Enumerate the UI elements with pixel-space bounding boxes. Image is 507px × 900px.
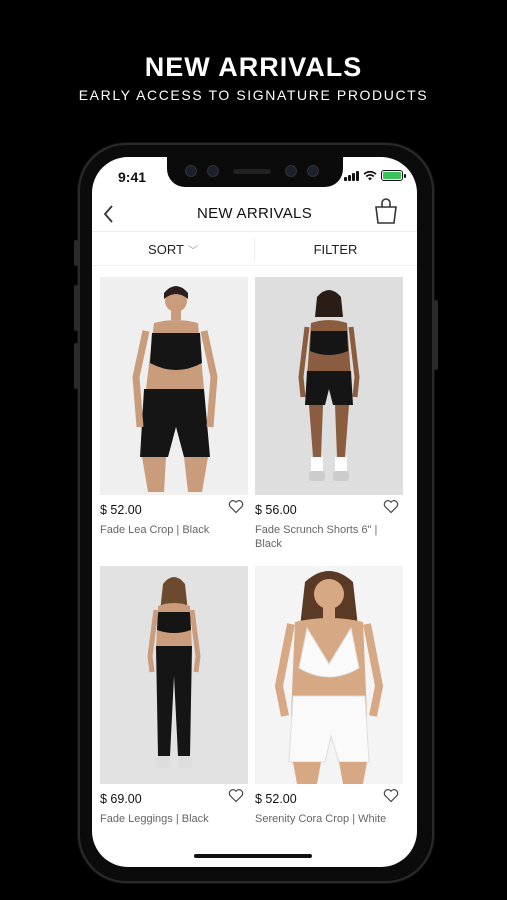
product-name[interactable]: Serenity Cora Crop | White [255, 812, 395, 826]
product-image[interactable] [100, 277, 248, 495]
shopping-bag-icon[interactable] [373, 197, 399, 225]
product-name[interactable]: Fade Leggings | Black [100, 812, 240, 826]
phone-volume-down-button [74, 343, 78, 389]
wifi-icon [363, 170, 377, 181]
signal-icon [344, 170, 359, 181]
product-name[interactable]: Fade Lea Crop | Black [100, 523, 240, 537]
sort-button[interactable]: SORT ﹀ [92, 242, 254, 257]
phone-side-button [74, 240, 78, 266]
status-icons [344, 170, 406, 181]
phone-notch [167, 157, 343, 187]
product-image[interactable] [255, 277, 403, 495]
phone-volume-up-button [74, 285, 78, 331]
product-name[interactable]: Fade Scrunch Shorts 6" | Black [255, 523, 395, 551]
product-card[interactable]: $ 56.00 Fade Scrunch Shorts 6" | Black [255, 277, 403, 550]
status-time: 9:41 [118, 169, 147, 185]
product-card[interactable]: $ 52.00 Serenity Cora Crop | White [255, 566, 403, 825]
page-title: NEW ARRIVALS [196, 205, 313, 222]
app-screen: 9:41 NEW ARRIVALS SORT ﹀ FILTER $ 52.00 … [92, 157, 417, 867]
sort-label: SORT [148, 242, 184, 257]
product-card[interactable]: $ 52.00 Fade Lea Crop | Black [100, 277, 248, 536]
filter-button[interactable]: FILTER [254, 242, 417, 257]
chevron-down-icon: ﹀ [187, 246, 198, 257]
promo-subtitle: EARLY ACCESS TO SIGNATURE PRODUCTS [78, 87, 429, 103]
heart-icon[interactable] [383, 499, 399, 514]
product-price: $ 56.00 [255, 503, 297, 517]
nav-bar: NEW ARRIVALS [92, 197, 417, 229]
product-price: $ 52.00 [100, 503, 142, 517]
battery-icon [381, 170, 406, 181]
promo-title: NEW ARRIVALS [144, 52, 363, 82]
phone-power-button [434, 300, 438, 370]
heart-icon[interactable] [383, 788, 399, 803]
home-indicator[interactable] [194, 854, 312, 858]
sort-filter-bar: SORT ﹀ FILTER [92, 231, 417, 266]
product-image[interactable] [255, 566, 403, 784]
product-price: $ 52.00 [255, 792, 297, 806]
heart-icon[interactable] [228, 788, 244, 803]
product-card[interactable]: $ 69.00 Fade Leggings | Black [100, 566, 248, 825]
product-image[interactable] [100, 566, 248, 784]
heart-icon[interactable] [228, 499, 244, 514]
product-price: $ 69.00 [100, 792, 142, 806]
